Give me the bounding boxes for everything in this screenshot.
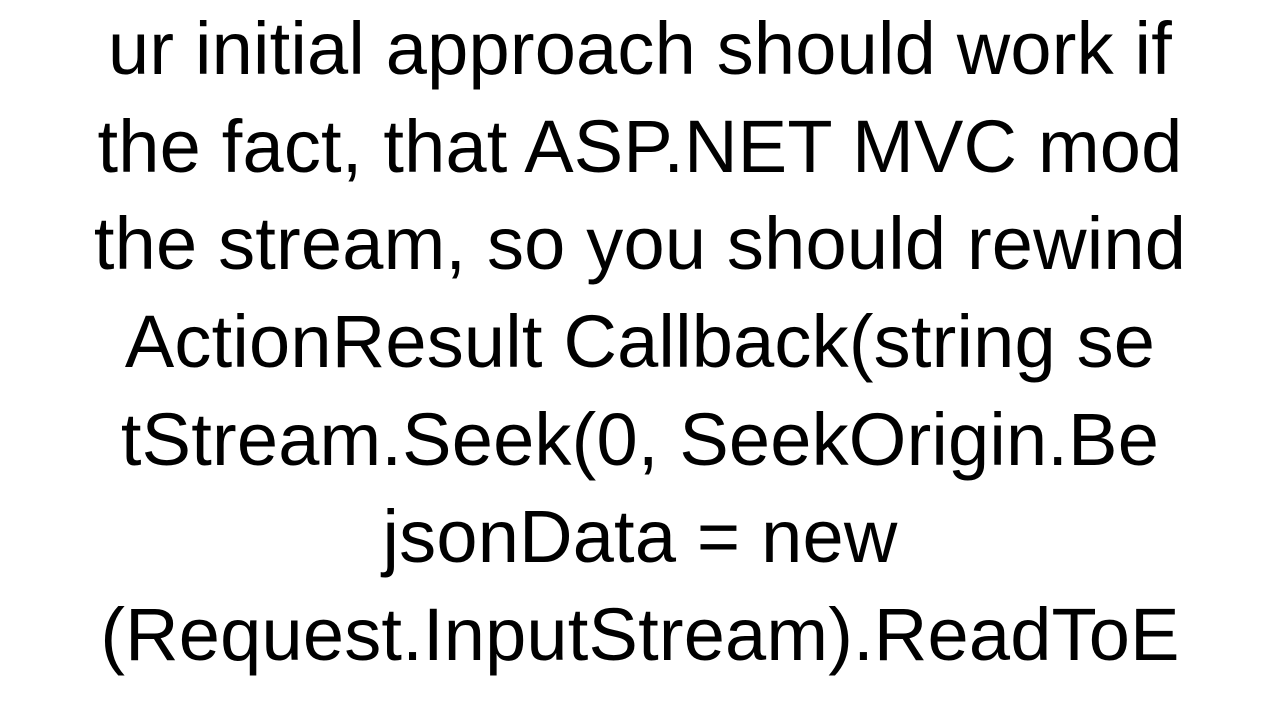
text-line-4: ActionResult Callback(string se bbox=[125, 293, 1155, 391]
text-line-5: tStream.Seek(0, SeekOrigin.Be bbox=[121, 391, 1159, 489]
text-line-2: the fact, that ASP.NET MVC mod bbox=[98, 98, 1183, 196]
text-line-7: (Request.InputStream).ReadToE bbox=[100, 586, 1179, 684]
text-snippet-container: ur initial approach should work if the f… bbox=[0, 0, 1280, 720]
text-line-1: ur initial approach should work if bbox=[108, 0, 1172, 98]
text-line-3: the stream, so you should rewind bbox=[94, 195, 1186, 293]
text-line-6: jsonData = new bbox=[383, 488, 898, 586]
